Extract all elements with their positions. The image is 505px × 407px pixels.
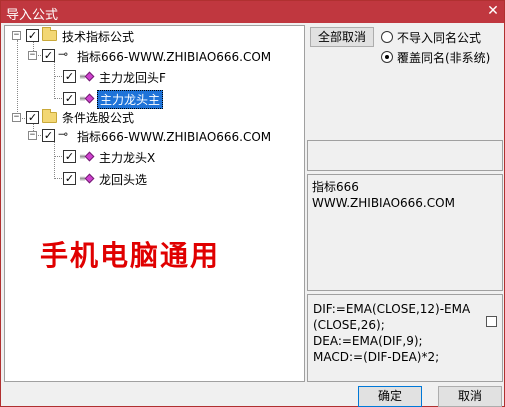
tree-checkbox-zhulilongtouzhu[interactable]: ✓ <box>63 92 76 105</box>
formula-source-text: DIF:=EMA(CLOSE,12)-EMA (CLOSE,26); DEA:=… <box>313 302 471 364</box>
tree-node-condition-formulas[interactable]: 条件选股公式 <box>62 109 134 126</box>
title-bar: 导入公式 ✕ <box>1 1 504 23</box>
blank-panel <box>307 140 503 171</box>
tree-expander-zhibiao-2[interactable]: − <box>28 131 37 140</box>
formula-description-box: 指标666 WWW.ZHIBIAO666.COM <box>307 174 503 291</box>
tree-node-zhibiao-2[interactable]: 指标666-WWW.ZHIBIAO666.COM <box>77 128 271 145</box>
radio-label-overwrite: 覆盖同名(非系统) <box>397 51 491 65</box>
tree-expander-zhibiao-1[interactable]: − <box>28 51 37 60</box>
promo-watermark-text: 手机电脑通用 <box>40 239 221 272</box>
tree-checkbox-zhulilonghuitou-f[interactable]: ✓ <box>63 70 76 83</box>
key-icon: ⊸ <box>58 127 69 141</box>
radio-label-no-import: 不导入同名公式 <box>397 31 482 45</box>
window-title: 导入公式 <box>6 8 59 23</box>
close-icon[interactable]: ✕ <box>482 1 504 23</box>
radio-no-import-same-name[interactable] <box>381 31 393 43</box>
tree-checkbox-zhibiao-1[interactable]: ✓ <box>42 49 55 62</box>
cancel-all-button[interactable]: 全部取消 <box>310 27 374 47</box>
radio-overwrite-same-name[interactable] <box>381 51 393 63</box>
import-formula-dialog: 导入公式 ✕ − ✓ 技术指标公式 − ✓ ⊸ 指标666-WWW.ZHIBIA… <box>0 0 505 407</box>
tree-checkbox-longhuitouxuan[interactable]: ✓ <box>63 172 76 185</box>
tree-expander-technical[interactable]: − <box>12 31 21 40</box>
tree-checkbox-condition[interactable]: ✓ <box>26 111 39 124</box>
formula-gem-icon <box>84 173 95 184</box>
folder-icon <box>42 27 57 41</box>
tree-checkbox-technical[interactable]: ✓ <box>26 29 39 42</box>
tree-checkbox-zhulilongtou-x[interactable]: ✓ <box>63 150 76 163</box>
tree-node-zhulilongtou-x[interactable]: 主力龙头X <box>99 149 155 166</box>
tree-expander-condition[interactable]: − <box>12 113 21 122</box>
formula-source-box: DIF:=EMA(CLOSE,12)-EMA (CLOSE,26); DEA:=… <box>307 294 503 382</box>
formula-tree: − ✓ 技术指标公式 − ✓ ⊸ 指标666-WWW.ZHIBIAO666.CO… <box>4 25 305 382</box>
key-icon: ⊸ <box>58 47 69 61</box>
tree-node-zhulilonghuitou-f[interactable]: 主力龙回头F <box>99 69 166 86</box>
formula-checkbox[interactable] <box>486 316 497 327</box>
tree-checkbox-zhibiao-2[interactable]: ✓ <box>42 129 55 142</box>
folder-icon <box>42 109 57 123</box>
formula-gem-icon <box>84 93 95 104</box>
tree-node-longhuitouxuan[interactable]: 龙回头选 <box>99 171 147 188</box>
tree-node-technical-formulas[interactable]: 技术指标公式 <box>62 28 134 45</box>
formula-description-text: 指标666 WWW.ZHIBIAO666.COM <box>312 180 455 210</box>
tree-node-zhibiao-1[interactable]: 指标666-WWW.ZHIBIAO666.COM <box>77 48 271 65</box>
tree-node-zhulilongtouzhu[interactable]: 主力龙头主 <box>97 90 164 109</box>
ok-button[interactable]: 确定 <box>358 386 422 407</box>
formula-gem-icon <box>84 71 95 82</box>
formula-gem-icon <box>84 151 95 162</box>
cancel-button[interactable]: 取消 <box>438 386 502 407</box>
